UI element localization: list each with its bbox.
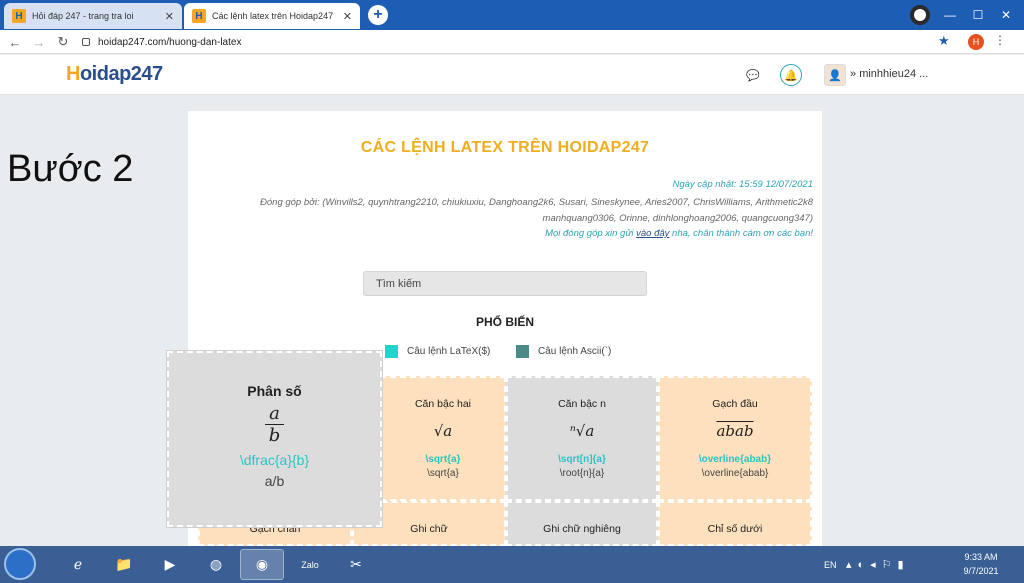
- update-date: Ngày cập nhật: 15:59 12/07/2021: [672, 179, 813, 190]
- ball-app-icon[interactable]: ◍: [194, 549, 238, 580]
- close-tab-icon[interactable]: ✕: [165, 10, 174, 23]
- page-title: CÁC LỆNH LATEX TRÊN HOIDAP247: [360, 139, 650, 156]
- latex-command: \dfrac{a}{b}: [239, 452, 310, 468]
- hoidap247-logo[interactable]: Hoidap247: [66, 63, 163, 86]
- tile-overline[interactable]: Gạch đầu abab \overline{abab} \overline{…: [658, 376, 812, 501]
- tile-italic-text[interactable]: Ghi chữ nghiêng: [506, 501, 658, 546]
- tile-fraction[interactable]: Phân số a b \dfrac{a}{b} a/b: [167, 351, 382, 527]
- windows-taskbar: ℯ 📁 ▶ ◍ ◉ Zalo ✂ EN ▴◐◂⚐▮ 9:33 AM 9/7/20…: [0, 546, 1024, 583]
- search-input[interactable]: [363, 271, 647, 296]
- fraction-preview: a b: [264, 403, 285, 446]
- hoidap-favicon: H: [12, 9, 26, 23]
- tray-icons[interactable]: ▴◐◂⚐▮: [846, 546, 910, 583]
- ascii-command: a/b: [264, 473, 285, 489]
- url-text: hoidap247.com/huong-dan-latex: [98, 36, 242, 48]
- back-arrow-icon[interactable]: ←: [6, 33, 24, 51]
- address-bar: ← → ↻ hoidap247.com/huong-dan-latex ★ H …: [0, 30, 1024, 54]
- bookmark-star-icon[interactable]: ★: [938, 33, 950, 49]
- capcut-icon[interactable]: ✂: [334, 549, 378, 580]
- close-tab-icon[interactable]: ✕: [343, 10, 352, 23]
- tray-language[interactable]: EN: [824, 546, 837, 583]
- step-label: Bước 2: [7, 148, 134, 190]
- browser-tab-strip: H Hỏi đáp 247 - trang tra loi ✕ H Các lệ…: [0, 0, 1024, 30]
- user-menu[interactable]: » minhhieu24 ...: [850, 68, 928, 80]
- close-window-icon[interactable]: ✕: [992, 0, 1020, 30]
- legend-latex: Câu lệnh LaTeX($): [385, 345, 490, 358]
- new-tab-button[interactable]: +: [368, 5, 388, 25]
- url-field[interactable]: hoidap247.com/huong-dan-latex: [82, 33, 241, 51]
- tile-subscript[interactable]: Chỉ số dưới: [658, 501, 812, 546]
- maximize-icon[interactable]: ☐: [964, 0, 992, 30]
- section-title-popular: PHỔ BIẾN: [475, 315, 534, 329]
- site-header: Hoidap247 💬 🔔 👤 » minhhieu24 ...: [0, 55, 1024, 95]
- hoidap-favicon: H: [192, 9, 206, 23]
- tab-title: Hỏi đáp 247 - trang tra loi: [32, 11, 134, 21]
- legend-ascii: Câu lệnh Ascii(`): [516, 345, 611, 358]
- tile-nth-root[interactable]: Căn bậc n ⁿ√a \sqrt[n]{a} \root{n}{a}: [506, 376, 658, 501]
- bell-icon[interactable]: 🔔: [780, 64, 802, 86]
- browser-menu-icon[interactable]: ⋮: [994, 33, 1006, 47]
- browser-account-icon[interactable]: [910, 5, 930, 25]
- zalo-icon[interactable]: Zalo: [288, 549, 332, 580]
- contributors-text: Đóng góp bởi: (Winvills2, quynhtrang2210…: [260, 197, 813, 224]
- reload-icon[interactable]: ↻: [54, 33, 72, 51]
- tab-latex-commands[interactable]: H Các lệnh latex trên Hoidap247 ✕: [184, 3, 360, 29]
- legend-swatch: [385, 345, 398, 358]
- chat-icon[interactable]: 💬: [742, 64, 764, 86]
- tile-square-root[interactable]: Căn bậc hai √a \sqrt{a} \sqrt{a}: [380, 376, 506, 501]
- contribute-invite: Mọi đóng góp xin gửi vào đây nha, chân t…: [545, 228, 813, 239]
- forward-arrow-icon[interactable]: →: [30, 33, 48, 51]
- profile-avatar[interactable]: H: [968, 34, 984, 50]
- user-avatar[interactable]: 👤: [824, 64, 846, 86]
- file-explorer-icon[interactable]: 📁: [102, 549, 146, 580]
- internet-explorer-icon[interactable]: ℯ: [56, 549, 100, 580]
- legend-swatch: [516, 345, 529, 358]
- chrome-icon[interactable]: ◉: [240, 549, 284, 580]
- tab-hoidap-traloi[interactable]: H Hỏi đáp 247 - trang tra loi ✕: [4, 3, 182, 29]
- start-button[interactable]: [4, 548, 36, 580]
- taskbar-clock[interactable]: 9:33 AM 9/7/2021: [958, 550, 1004, 578]
- lock-icon: [82, 38, 90, 46]
- minimize-icon[interactable]: —: [936, 0, 964, 30]
- media-player-icon[interactable]: ▶: [148, 549, 192, 580]
- tab-title: Các lệnh latex trên Hoidap247: [212, 11, 334, 21]
- contribute-link[interactable]: vào đây: [636, 228, 669, 239]
